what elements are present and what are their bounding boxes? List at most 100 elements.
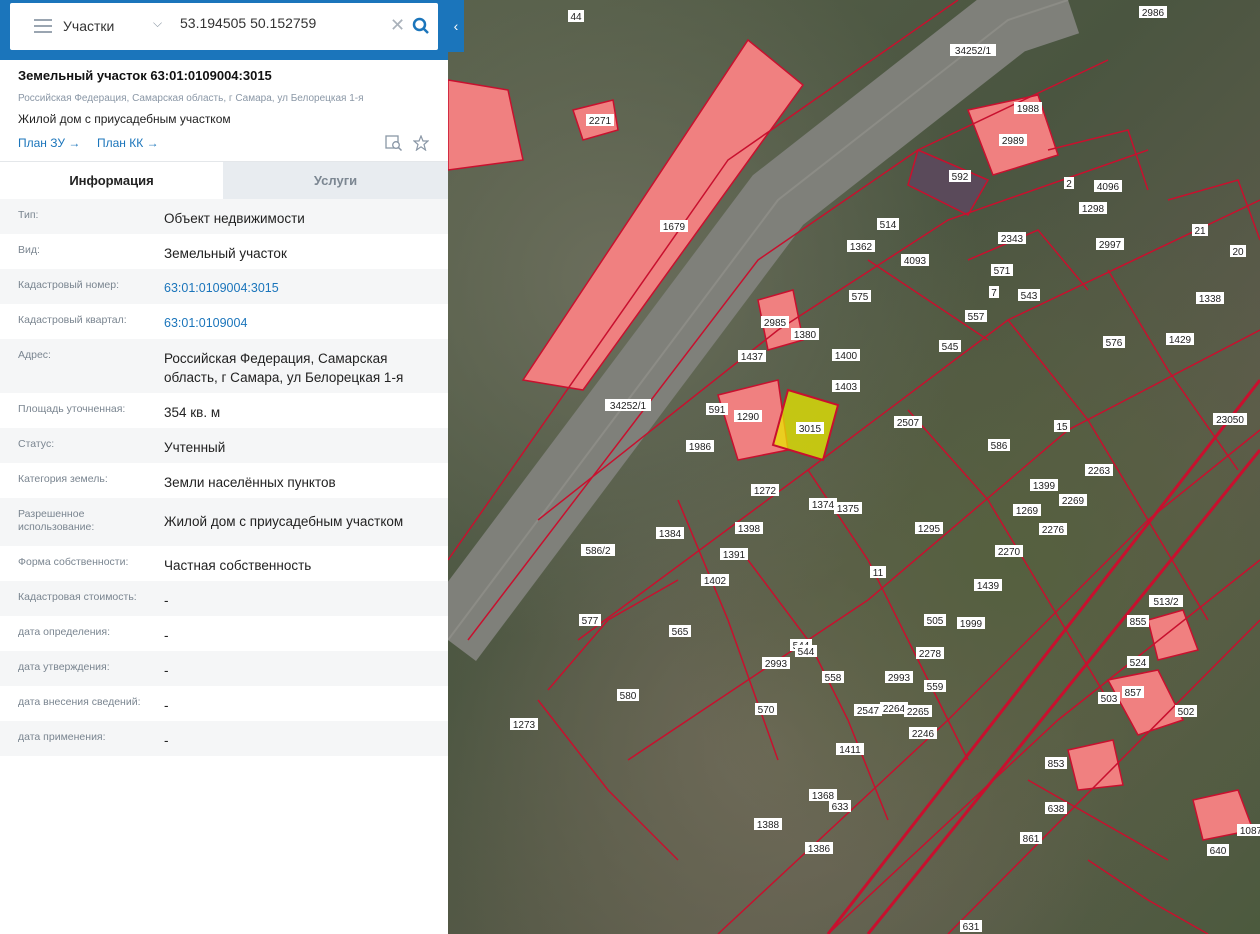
parcel-number-label[interactable]: 514 [880, 220, 897, 231]
parcel-number-label[interactable]: 592 [952, 172, 969, 183]
parcel-number-label[interactable]: 1375 [837, 504, 860, 515]
map-canvas[interactable]: 44 2986 34252/1 2271 1988 2989 1679 592 2 4096 129… [448, 0, 1260, 934]
parcel-number-label[interactable]: 580 [620, 691, 637, 702]
parcel-number-label[interactable]: 505 [927, 616, 944, 627]
parcel-number-label[interactable]: 7 [991, 288, 997, 299]
parcel-number-label[interactable]: 1338 [1199, 294, 1222, 305]
parcel-number-label[interactable]: 1290 [737, 412, 760, 423]
parcel-number-label[interactable]: 586/2 [585, 546, 610, 557]
layer-select[interactable]: Участки [63, 18, 114, 34]
parcel-number-label[interactable]: 577 [582, 616, 599, 627]
menu-icon[interactable] [34, 19, 52, 33]
parcel-number-label[interactable]: 853 [1048, 759, 1065, 770]
parcel-number-label[interactable]: 1402 [704, 576, 727, 587]
parcel-number-label[interactable]: 2264 [883, 704, 906, 715]
parcel-number-label[interactable]: 543 [1021, 291, 1038, 302]
parcel-number-label[interactable]: 2997 [1099, 240, 1122, 251]
parcel-number-label[interactable]: 1273 [513, 720, 536, 731]
parcel-number-label[interactable]: 2278 [919, 649, 942, 660]
parcel-number-label[interactable]: 1386 [808, 844, 831, 855]
parcel-number-label[interactable]: 638 [1048, 804, 1065, 815]
parcel-number-label[interactable]: 2271 [589, 116, 612, 127]
parcel-number-label[interactable]: 23050 [1216, 415, 1244, 426]
parcel-number-label[interactable]: 2993 [888, 673, 911, 684]
close-icon[interactable]: ✕ [390, 15, 405, 36]
building-592[interactable] [907, 148, 990, 216]
parcel-number-label[interactable]: 2993 [765, 659, 788, 670]
parcel-number-label[interactable]: 2343 [1001, 234, 1024, 245]
parcel-number-label[interactable]: 1429 [1169, 335, 1192, 346]
parcel-number-label[interactable]: 1437 [741, 352, 764, 363]
plan-kk-link[interactable]: План КК → [97, 136, 159, 150]
parcel-number-label[interactable]: 565 [672, 627, 689, 638]
parcel-number-label[interactable]: 591 [709, 405, 726, 416]
search-input[interactable] [178, 14, 382, 32]
tab-services[interactable]: Услуги [223, 162, 448, 200]
building-524[interactable] [1147, 609, 1199, 661]
parcel-number-label[interactable]: 2276 [1042, 525, 1065, 536]
parcel-number-label[interactable]: 502 [1178, 707, 1195, 718]
parcel-number-label[interactable]: 1999 [960, 619, 983, 630]
parcel-number-label[interactable]: 575 [852, 292, 869, 303]
star-icon[interactable] [412, 134, 430, 156]
parcel-number-label[interactable]: 2986 [1142, 8, 1165, 19]
parcel-number-label[interactable]: 1679 [663, 222, 686, 233]
parcel-number-label[interactable]: 4093 [904, 256, 927, 267]
parcel-number-label[interactable]: 576 [1106, 338, 1123, 349]
parcel-number-label[interactable]: 1411 [839, 745, 861, 756]
parcel-number-label[interactable]: 857 [1125, 688, 1142, 699]
tab-information[interactable]: Информация [0, 162, 223, 200]
parcel-number-label[interactable]: 15 [1056, 422, 1068, 433]
parcel-number-label[interactable]: 2547 [857, 706, 880, 717]
parcel-number-label[interactable]: 545 [942, 342, 959, 353]
parcel-number-label[interactable]: 1988 [1017, 104, 1040, 115]
parcel-number-label[interactable]: 2269 [1062, 496, 1085, 507]
parcel-number-label[interactable]: 557 [968, 312, 985, 323]
parcel-number-label[interactable]: 640 [1210, 846, 1227, 857]
parcel-number-label[interactable]: 544 [798, 647, 815, 658]
parcel-number-label[interactable]: 558 [825, 673, 842, 684]
building-west[interactable] [448, 79, 524, 171]
parcel-number-label[interactable]: 11 [873, 568, 884, 579]
parcel-number-label[interactable]: 34252/1 [610, 401, 647, 412]
parcel-number-label[interactable]: 1403 [835, 382, 858, 393]
parcel-number-label[interactable]: 4096 [1097, 182, 1120, 193]
collapse-panel-button[interactable]: ‹ [448, 0, 464, 52]
parcel-number-label[interactable]: 570 [758, 705, 775, 716]
info-value[interactable]: 63:01:0109004:3015 [164, 279, 439, 298]
parcel-number-label[interactable]: 631 [963, 922, 980, 933]
parcel-number-label[interactable]: 2270 [998, 547, 1021, 558]
parcel-number-label[interactable]: 1272 [754, 486, 777, 497]
parcel-number-label[interactable]: 3015 [799, 424, 822, 435]
parcel-number-label[interactable]: 1087 [1240, 826, 1260, 837]
parcel-number-label[interactable]: 1400 [835, 351, 858, 362]
parcel-number-label[interactable]: 2246 [912, 729, 935, 740]
parcel-number-label[interactable]: 503 [1101, 694, 1118, 705]
parcel-number-label[interactable]: 633 [832, 802, 849, 813]
cadastral-map[interactable]: 44 2986 34252/1 2271 1988 2989 1679 592 2 4096 129… [448, 0, 1260, 934]
chevron-down-icon[interactable]: ⌵ [153, 16, 162, 31]
parcel-number-label[interactable]: 1398 [738, 524, 761, 535]
parcel-number-label[interactable]: 1986 [689, 442, 712, 453]
parcel-number-label[interactable]: 1388 [757, 820, 780, 831]
parcel-number-label[interactable]: 2 [1066, 179, 1072, 190]
zoom-to-parcel-icon[interactable] [385, 135, 403, 156]
parcel-number-label[interactable]: 1362 [850, 242, 873, 253]
parcel-number-label[interactable]: 571 [994, 266, 1011, 277]
parcel-number-label[interactable]: 1298 [1082, 204, 1105, 215]
parcel-number-label[interactable]: 1295 [918, 524, 941, 535]
parcel-number-label[interactable]: 1439 [977, 581, 1000, 592]
info-value[interactable]: 63:01:0109004 [164, 314, 439, 333]
parcel-number-label[interactable]: 861 [1023, 834, 1040, 845]
parcel-number-label[interactable]: 1269 [1016, 506, 1039, 517]
parcel-number-label[interactable]: 1374 [812, 500, 835, 511]
parcel-number-label[interactable]: 2507 [897, 418, 920, 429]
parcel-number-label[interactable]: 524 [1130, 658, 1147, 669]
parcel-number-label[interactable]: 586 [991, 441, 1008, 452]
parcel-number-label[interactable]: 44 [570, 12, 582, 23]
building-853[interactable] [1067, 739, 1124, 791]
parcel-number-label[interactable]: 2985 [764, 318, 787, 329]
parcel-number-label[interactable]: 1384 [659, 529, 682, 540]
parcel-number-label[interactable]: 2989 [1002, 136, 1025, 147]
parcel-number-label[interactable]: 21 [1194, 226, 1206, 237]
